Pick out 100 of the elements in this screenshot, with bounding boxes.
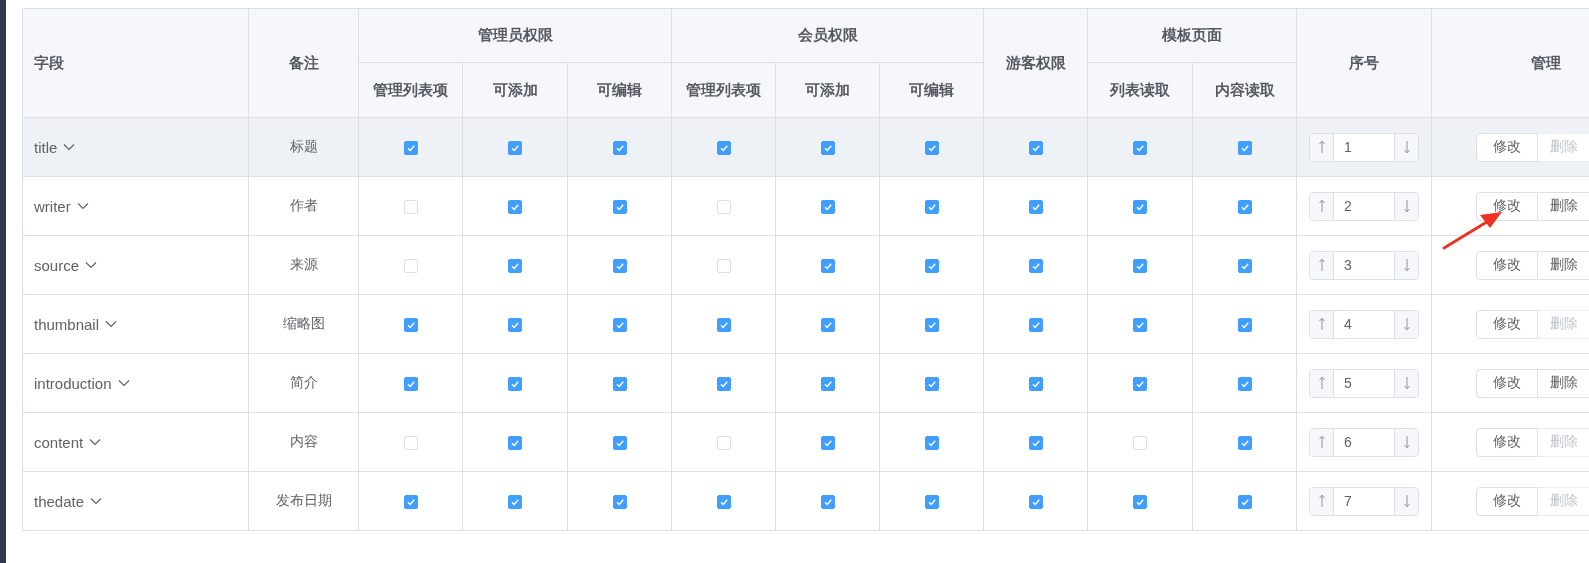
edit-button[interactable]: 修改 (1476, 486, 1539, 516)
edit-button[interactable]: 修改 (1476, 368, 1539, 398)
checkbox[interactable] (1133, 377, 1148, 392)
chevron-down-icon[interactable] (89, 438, 102, 446)
step-up-button[interactable] (1310, 369, 1335, 397)
checkbox[interactable] (1133, 495, 1148, 510)
checkbox[interactable] (820, 259, 835, 274)
delete-button[interactable]: 删除 (1538, 368, 1589, 398)
checkbox[interactable] (508, 318, 522, 333)
arrow-down-icon (1402, 376, 1411, 390)
column-header: 管理列表项 (671, 62, 776, 118)
edit-button[interactable]: 修改 (1476, 132, 1539, 162)
checkbox[interactable] (820, 141, 835, 156)
step-up-button[interactable] (1310, 133, 1335, 161)
edit-button[interactable]: 修改 (1476, 250, 1539, 280)
checkbox[interactable] (1028, 377, 1043, 392)
arrow-down-icon (1402, 494, 1411, 508)
number-stepper[interactable]: 1 (1309, 132, 1420, 162)
checkbox[interactable] (1133, 259, 1148, 274)
delete-button[interactable]: 删除 (1538, 191, 1589, 221)
checkbox[interactable] (612, 141, 627, 156)
checkbox[interactable] (924, 200, 939, 215)
checkbox[interactable] (508, 495, 522, 510)
number-stepper[interactable]: 3 (1309, 250, 1420, 280)
chevron-down-icon[interactable] (105, 320, 118, 328)
checkbox[interactable] (924, 318, 939, 333)
step-up-button[interactable] (1310, 487, 1335, 515)
checkbox[interactable] (612, 318, 627, 333)
step-down-button[interactable] (1394, 192, 1419, 220)
checkbox[interactable] (612, 377, 627, 392)
checkbox[interactable] (820, 377, 835, 392)
number-stepper[interactable]: 7 (1309, 486, 1420, 516)
checkbox[interactable] (820, 495, 835, 510)
checkbox[interactable] (716, 495, 731, 510)
number-stepper[interactable]: 6 (1309, 427, 1420, 457)
checkbox[interactable] (1028, 141, 1043, 156)
checkbox[interactable] (612, 436, 627, 451)
checkbox[interactable] (508, 259, 522, 274)
checkbox[interactable] (612, 200, 627, 215)
checkbox[interactable] (1028, 495, 1043, 510)
field-name: content (34, 433, 84, 451)
checkbox[interactable] (403, 318, 418, 333)
checkbox[interactable] (403, 377, 418, 392)
checkbox[interactable] (716, 377, 731, 392)
step-down-button[interactable] (1394, 428, 1419, 456)
checkbox[interactable] (1133, 141, 1148, 156)
step-down-button[interactable] (1394, 310, 1419, 338)
step-down-button[interactable] (1394, 251, 1419, 279)
checkbox[interactable] (1237, 436, 1252, 451)
step-up-button[interactable] (1310, 428, 1335, 456)
step-down-button[interactable] (1394, 487, 1419, 515)
checkbox[interactable] (1028, 436, 1043, 451)
chevron-down-icon[interactable] (85, 261, 98, 269)
checkbox[interactable] (1237, 495, 1252, 510)
checkbox[interactable] (924, 141, 939, 156)
checkbox[interactable] (924, 495, 939, 510)
checkbox[interactable] (612, 259, 627, 274)
checkbox[interactable] (1237, 141, 1252, 156)
checkbox[interactable] (403, 141, 418, 156)
chevron-down-icon[interactable] (63, 143, 76, 151)
number-stepper[interactable]: 2 (1309, 191, 1420, 221)
checkbox[interactable] (612, 495, 627, 510)
step-up-button[interactable] (1310, 251, 1335, 279)
number-stepper[interactable]: 4 (1309, 309, 1420, 339)
checkbox[interactable] (1028, 318, 1043, 333)
delete-button[interactable]: 删除 (1538, 250, 1589, 280)
checkbox[interactable] (1237, 377, 1252, 392)
checkbox[interactable] (1133, 318, 1148, 333)
step-down-button[interactable] (1394, 369, 1419, 397)
checkbox[interactable] (820, 200, 835, 215)
edit-button[interactable]: 修改 (1476, 309, 1539, 339)
checkbox[interactable] (508, 141, 522, 156)
checkbox[interactable] (1028, 200, 1043, 215)
step-up-button[interactable] (1310, 310, 1335, 338)
checkbox[interactable] (820, 318, 835, 333)
checkbox[interactable] (508, 377, 522, 392)
step-up-button[interactable] (1310, 192, 1335, 220)
checkbox[interactable] (508, 436, 522, 451)
checkbox[interactable] (1237, 318, 1252, 333)
checkbox[interactable] (1237, 200, 1252, 215)
edit-button[interactable]: 修改 (1476, 191, 1539, 221)
checkbox[interactable] (403, 495, 418, 510)
chevron-down-icon[interactable] (76, 202, 89, 210)
checkbox[interactable] (820, 436, 835, 451)
checkbox[interactable] (1028, 259, 1043, 274)
checkbox[interactable] (924, 436, 939, 451)
checkbox[interactable] (716, 318, 731, 333)
arrow-down-icon (1402, 258, 1411, 272)
checkbox[interactable] (508, 200, 522, 215)
checkbox[interactable] (924, 377, 939, 392)
number-stepper[interactable]: 5 (1309, 368, 1420, 398)
chevron-down-icon[interactable] (90, 497, 103, 505)
checkbox[interactable] (1133, 200, 1148, 215)
column-header: 管理 (1431, 8, 1589, 118)
chevron-down-icon[interactable] (117, 379, 130, 387)
checkbox[interactable] (1237, 259, 1252, 274)
checkbox[interactable] (716, 141, 731, 156)
checkbox[interactable] (924, 259, 939, 274)
step-down-button[interactable] (1394, 133, 1419, 161)
edit-button[interactable]: 修改 (1476, 427, 1539, 457)
